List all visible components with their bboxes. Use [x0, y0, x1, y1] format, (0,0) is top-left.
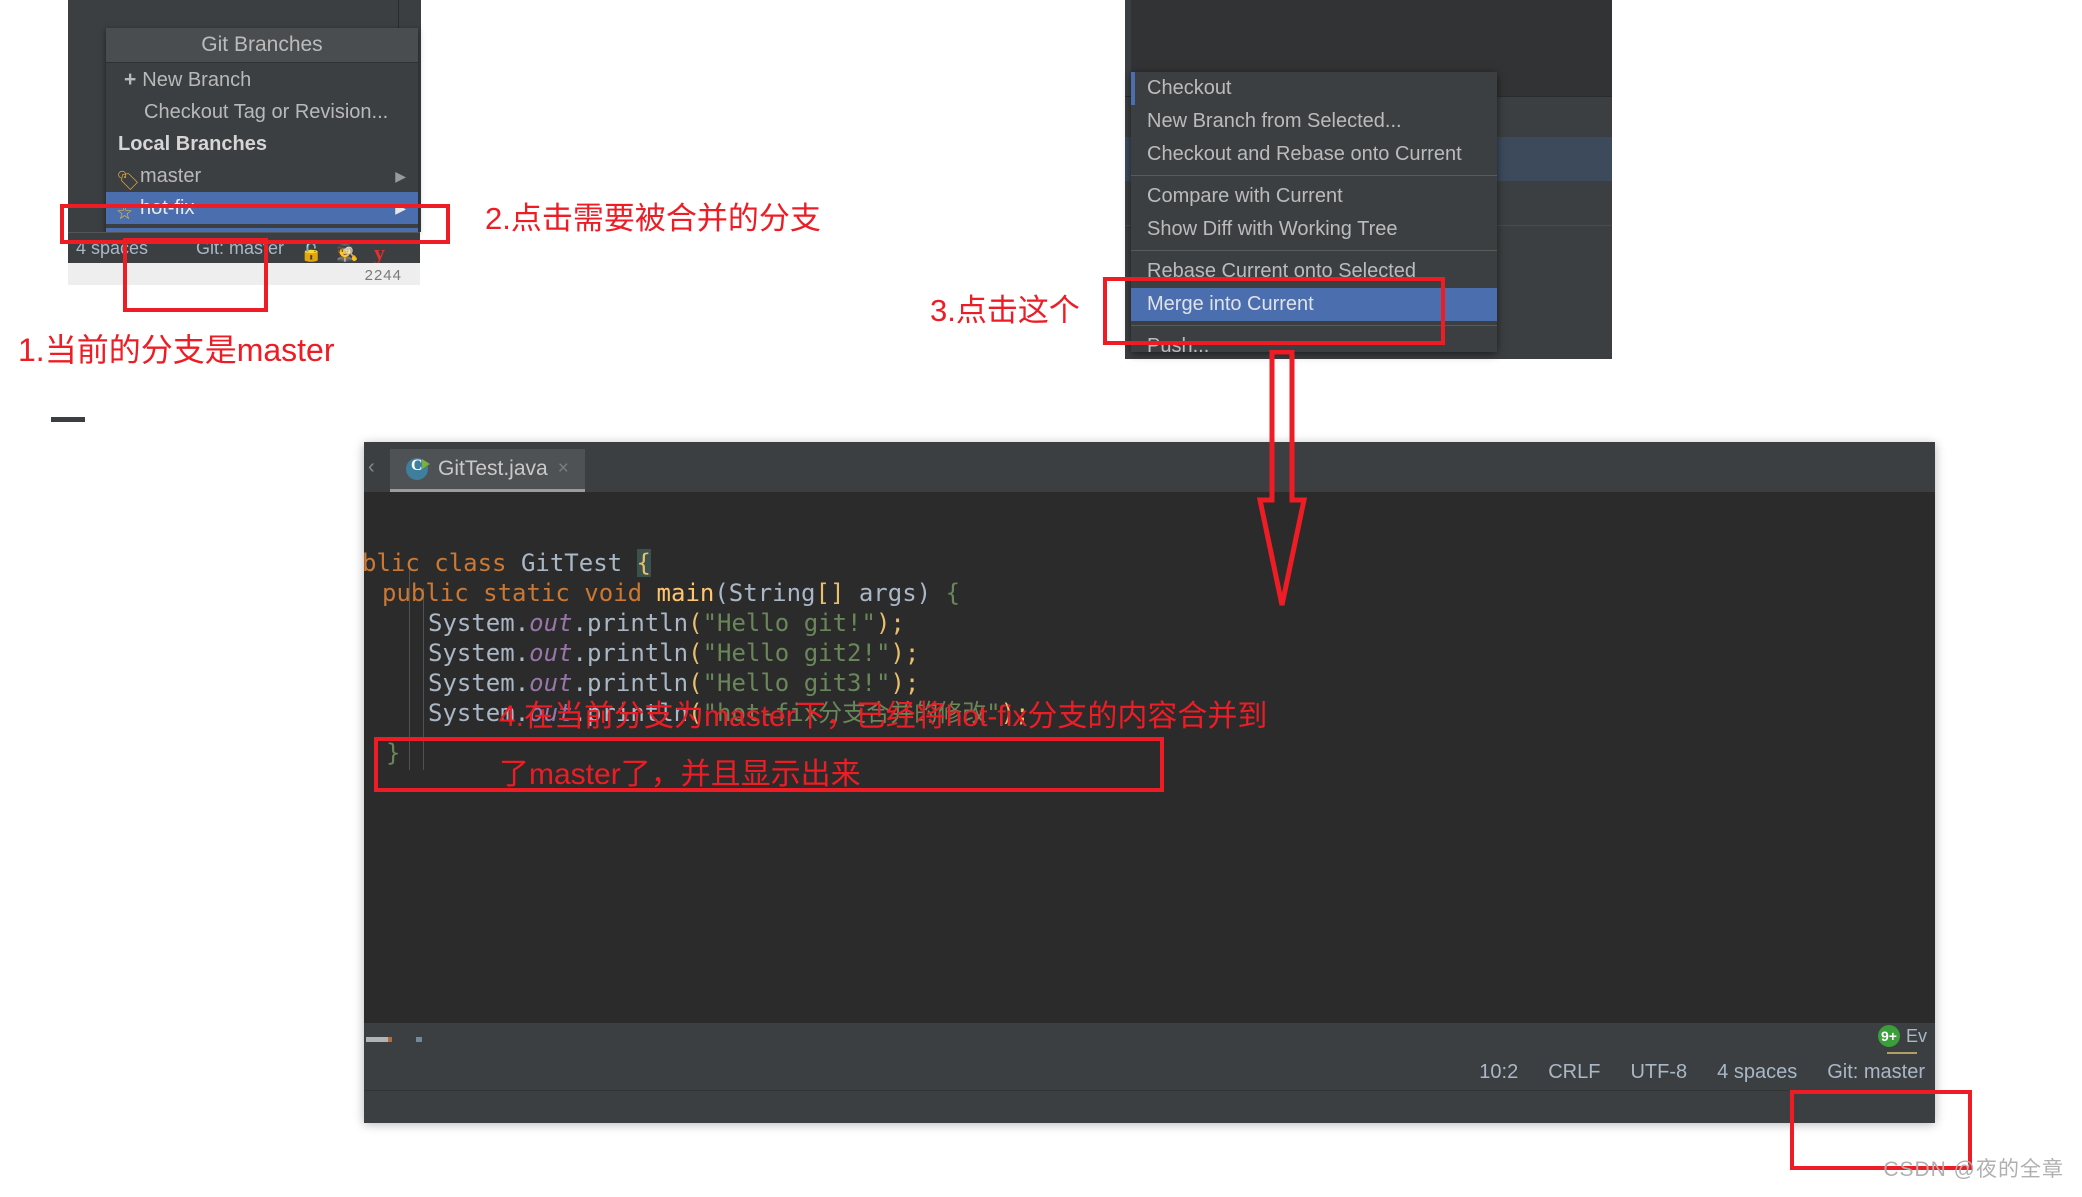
- editor-tab-bar: ‹ GitTest.java ×: [364, 442, 1935, 492]
- status-indent[interactable]: 4 spaces: [1717, 1061, 1797, 1084]
- event-count-badge: 9+: [1877, 1025, 1900, 1047]
- checkout-tag-label: Checkout Tag or Revision...: [144, 101, 389, 123]
- editor-lower-bar: 9+ Ev: [364, 1022, 1935, 1055]
- context-menu-accent-bar: [1131, 72, 1135, 105]
- new-branch-label: New Branch: [142, 69, 252, 91]
- git-branches-popup: Git Branches + New Branch Checkout Tag or…: [106, 28, 418, 232]
- event-log-button[interactable]: 9+ Ev: [1877, 1025, 1927, 1047]
- csdn-watermark: CSDN @夜的全章: [1883, 1158, 2064, 1181]
- menu-separator: [1131, 250, 1497, 251]
- annotation-note-1: 1.当前的分支是master: [18, 332, 335, 368]
- annotation-note-2: 2.点击需要被合并的分支: [485, 201, 821, 236]
- editor-status-bar: 10:2 CRLF UTF-8 4 spaces Git: master: [364, 1054, 1935, 1090]
- close-icon[interactable]: ×: [558, 458, 569, 480]
- plus-icon: +: [124, 68, 137, 91]
- decorative-dash: [51, 417, 85, 422]
- status-encoding[interactable]: UTF-8: [1630, 1061, 1687, 1084]
- highlight-box-merged-code-line: [374, 737, 1164, 792]
- editor-bottom-filler: [364, 1090, 1935, 1123]
- new-branch-menu-item[interactable]: + New Branch: [106, 63, 418, 96]
- editor-tab-label: GitTest.java: [438, 457, 548, 480]
- code-line-2: public static void main(String[] args) {: [382, 579, 961, 607]
- menu-item-show-diff-with-working-tree[interactable]: Show Diff with Working Tree: [1131, 213, 1497, 246]
- red-arrow-down: [1256, 350, 1308, 606]
- menu-item-new-branch-from-selected[interactable]: New Branch from Selected...: [1131, 105, 1497, 138]
- under-number: 2244: [364, 267, 402, 284]
- highlight-box-merge-into-current: [1103, 277, 1445, 345]
- menu-item-checkout[interactable]: Checkout: [1131, 72, 1497, 105]
- event-log-label: Ev: [1905, 1025, 1927, 1046]
- code-line-3: System.out.println("Hello git!");: [428, 609, 905, 637]
- local-branches-header: Local Branches: [118, 133, 267, 155]
- status-caret-position[interactable]: 10:2: [1479, 1061, 1518, 1084]
- status-git-branch[interactable]: Git: master: [1827, 1061, 1925, 1084]
- checkout-tag-or-revision-menu-item[interactable]: Checkout Tag or Revision...: [106, 96, 418, 129]
- highlight-box-git-master-status: [123, 238, 268, 312]
- menu-item-checkout-and-rebase-onto-current[interactable]: Checkout and Rebase onto Current: [1131, 138, 1497, 171]
- progress-marker: [416, 1037, 422, 1042]
- menu-separator: [1131, 175, 1497, 176]
- editor-tab-gittest-java[interactable]: GitTest.java ×: [390, 449, 585, 492]
- branch-item-master[interactable]: 🏷 master ▶: [106, 160, 418, 192]
- progress-marker: [366, 1037, 390, 1042]
- code-line-4: System.out.println("Hello git2!");: [428, 639, 920, 667]
- status-line-separator[interactable]: CRLF: [1548, 1061, 1600, 1084]
- menu-item-compare-with-current[interactable]: Compare with Current: [1131, 180, 1497, 213]
- java-class-icon: [406, 457, 430, 480]
- progress-marker: [388, 1037, 392, 1042]
- code-line-1: blic class GitTest {: [362, 549, 651, 577]
- git-branches-title: Git Branches: [106, 28, 418, 63]
- branch-label-master: master: [140, 165, 202, 187]
- chevron-left-icon[interactable]: ‹: [368, 456, 375, 479]
- annotation-note-3: 3.点击这个: [930, 293, 1080, 328]
- chevron-right-icon: ▶: [395, 168, 406, 184]
